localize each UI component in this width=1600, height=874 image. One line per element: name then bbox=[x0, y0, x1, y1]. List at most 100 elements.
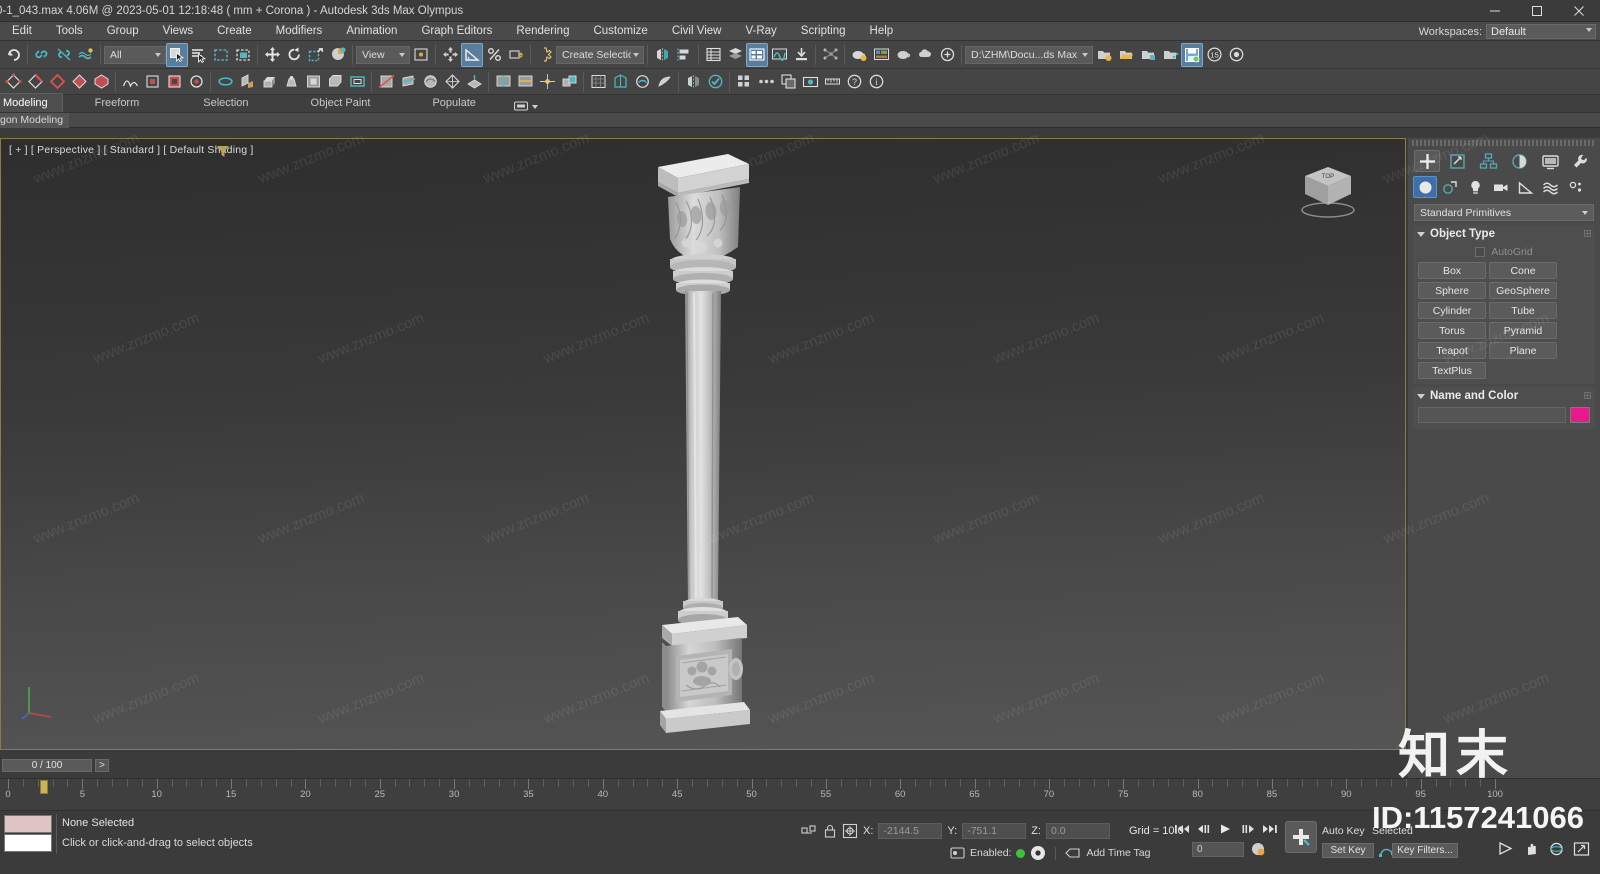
inset-icon[interactable] bbox=[302, 70, 324, 94]
go-to-start-icon[interactable] bbox=[1172, 821, 1192, 837]
render-frame-window-icon[interactable] bbox=[870, 43, 892, 67]
create-tab[interactable] bbox=[1414, 150, 1440, 172]
menu-item-animation[interactable]: Animation bbox=[334, 22, 409, 41]
select-and-move-icon[interactable] bbox=[261, 43, 283, 67]
make-planar-icon[interactable] bbox=[463, 70, 485, 94]
geometry-icon[interactable] bbox=[1413, 176, 1437, 198]
curve-editor-icon[interactable] bbox=[768, 43, 790, 67]
reference-coordinate-dropdown[interactable]: View bbox=[356, 45, 410, 64]
autogrid-checkbox[interactable] bbox=[1475, 247, 1486, 257]
helpers-icon[interactable] bbox=[1513, 176, 1537, 198]
viewcube[interactable]: TOP bbox=[1293, 161, 1363, 219]
orbit-icon[interactable] bbox=[1548, 841, 1565, 857]
current-frame-spinner[interactable]: 0 bbox=[1192, 842, 1244, 857]
menu-item-tools[interactable]: Tools bbox=[44, 22, 95, 41]
rollout-header-name-and-color[interactable]: Name and Color bbox=[1413, 387, 1595, 405]
clone-icon[interactable] bbox=[777, 70, 799, 94]
menu-item-create[interactable]: Create bbox=[205, 22, 264, 41]
quickslice-icon[interactable] bbox=[397, 70, 419, 94]
ring-selection-icon[interactable] bbox=[185, 70, 207, 94]
snaps-toggle-icon[interactable] bbox=[439, 43, 461, 67]
peel-icon[interactable] bbox=[653, 70, 675, 94]
render-frame-badge[interactable]: 15 bbox=[1203, 43, 1225, 67]
x-field[interactable]: -2144.5 bbox=[878, 823, 943, 839]
save-file-icon[interactable] bbox=[1181, 42, 1203, 67]
motion-tab[interactable] bbox=[1506, 150, 1532, 172]
ribbon-tab-populate[interactable]: Populate bbox=[422, 94, 489, 112]
unwrap-icon[interactable] bbox=[609, 70, 631, 94]
next-frame-button[interactable]: > bbox=[95, 758, 109, 772]
use-pivot-point-center-icon[interactable] bbox=[410, 43, 432, 67]
ribbon-tab-object-paint[interactable]: Object Paint bbox=[301, 94, 385, 112]
workspaces-dropdown[interactable]: Default bbox=[1486, 24, 1596, 39]
create-cylinder-button[interactable]: Cylinder bbox=[1418, 302, 1486, 319]
edit-named-selection-sets-icon[interactable] bbox=[534, 43, 556, 67]
material-editor-icon[interactable] bbox=[790, 43, 812, 67]
cameras-icon[interactable] bbox=[1488, 176, 1512, 198]
hierarchy-tab[interactable] bbox=[1476, 150, 1502, 172]
select-and-scale-icon[interactable] bbox=[305, 43, 327, 67]
checkmark-icon[interactable] bbox=[704, 70, 726, 94]
zoom-region-icon[interactable] bbox=[1498, 841, 1515, 857]
filter-funnel-icon[interactable] bbox=[216, 145, 230, 158]
current-frame-display[interactable]: 0 / 100 bbox=[2, 758, 92, 772]
bevel-icon[interactable] bbox=[280, 70, 302, 94]
primitive-category-dropdown[interactable]: Standard Primitives bbox=[1414, 204, 1594, 221]
asset-tracking-icon[interactable] bbox=[1093, 43, 1115, 67]
z-field[interactable]: 0.0 bbox=[1045, 823, 1110, 839]
menu-item-civil-view[interactable]: Civil View bbox=[660, 22, 734, 41]
display-tab[interactable] bbox=[1537, 150, 1563, 172]
next-frame-icon[interactable] bbox=[1238, 821, 1258, 837]
save-as-project-icon[interactable] bbox=[1137, 43, 1159, 67]
mini-listener-swatch[interactable] bbox=[4, 815, 52, 833]
shapes-icon[interactable] bbox=[1438, 176, 1462, 198]
menu-item-views[interactable]: Views bbox=[151, 22, 205, 41]
tessellate-icon[interactable] bbox=[441, 70, 463, 94]
window-crossing-icon[interactable] bbox=[232, 43, 254, 67]
hinge-from-edge-icon[interactable] bbox=[236, 70, 258, 94]
select-and-place-icon[interactable] bbox=[327, 43, 349, 67]
toggle-scene-explorer-icon[interactable] bbox=[746, 42, 768, 67]
bind-to-space-warp-icon[interactable] bbox=[75, 43, 97, 67]
create-geosphere-button[interactable]: GeoSphere bbox=[1489, 282, 1557, 299]
key-mode-icon[interactable] bbox=[950, 846, 965, 860]
render-production-icon[interactable] bbox=[892, 43, 914, 67]
time-tag-toggle-icon[interactable] bbox=[1030, 845, 1046, 861]
utilities-tab[interactable] bbox=[1568, 150, 1594, 172]
menu-item-rendering[interactable]: Rendering bbox=[504, 22, 581, 41]
uv-edit-icon[interactable] bbox=[587, 70, 609, 94]
tag-icon[interactable] bbox=[1065, 846, 1081, 860]
auto-key-button[interactable] bbox=[1285, 821, 1317, 853]
go-to-end-icon[interactable] bbox=[1260, 821, 1280, 837]
cut-icon[interactable] bbox=[375, 70, 397, 94]
create-teapot-button[interactable]: Teapot bbox=[1418, 342, 1486, 359]
create-torus-button[interactable]: Torus bbox=[1418, 322, 1486, 339]
timeline-ruler[interactable]: 0 5 10 15 20 25 30 35 40 45 50 55 60 65 70 75 80 85 90 95 10… bbox=[0, 778, 1600, 810]
relax-icon[interactable] bbox=[631, 70, 653, 94]
ribbon-tab-freeform[interactable]: Freeform bbox=[85, 94, 154, 112]
rectangular-selection-region-icon[interactable] bbox=[210, 43, 232, 67]
space-warps-icon[interactable] bbox=[1538, 176, 1562, 198]
maximize-viewport-icon[interactable] bbox=[1573, 841, 1590, 857]
ribbon-subtab-polygon-modeling[interactable]: gon Modeling bbox=[0, 112, 70, 128]
create-cone-button[interactable]: Cone bbox=[1489, 262, 1557, 279]
menu-item-customize[interactable]: Customize bbox=[581, 22, 659, 41]
snapshot-icon[interactable] bbox=[799, 70, 821, 94]
menu-item-graph-editors[interactable]: Graph Editors bbox=[409, 22, 504, 41]
teapot-render-setup-icon[interactable] bbox=[848, 43, 870, 67]
viewport-perspective[interactable]: [ + ] [ Perspective ] [ Standard ] [ Def… bbox=[0, 138, 1406, 750]
symmetry-icon[interactable] bbox=[682, 70, 704, 94]
selection-lock-toggle-icon[interactable] bbox=[800, 823, 818, 839]
absolute-relative-toggle-icon[interactable] bbox=[842, 823, 858, 839]
attach-icon[interactable] bbox=[558, 70, 580, 94]
ribbon-display-options[interactable] bbox=[513, 101, 538, 112]
autogrid-row[interactable]: AutoGrid bbox=[1413, 243, 1595, 262]
select-and-link-icon[interactable] bbox=[31, 43, 53, 67]
maxscript-listener-field[interactable] bbox=[4, 834, 52, 852]
create-pyramid-button[interactable]: Pyramid bbox=[1489, 322, 1557, 339]
poly-border-icon[interactable] bbox=[46, 70, 68, 94]
pivot-icon[interactable] bbox=[536, 70, 558, 94]
create-tube-button[interactable]: Tube bbox=[1489, 302, 1557, 319]
particle-flow-icon[interactable] bbox=[819, 43, 841, 67]
create-sphere-button[interactable]: Sphere bbox=[1418, 282, 1486, 299]
